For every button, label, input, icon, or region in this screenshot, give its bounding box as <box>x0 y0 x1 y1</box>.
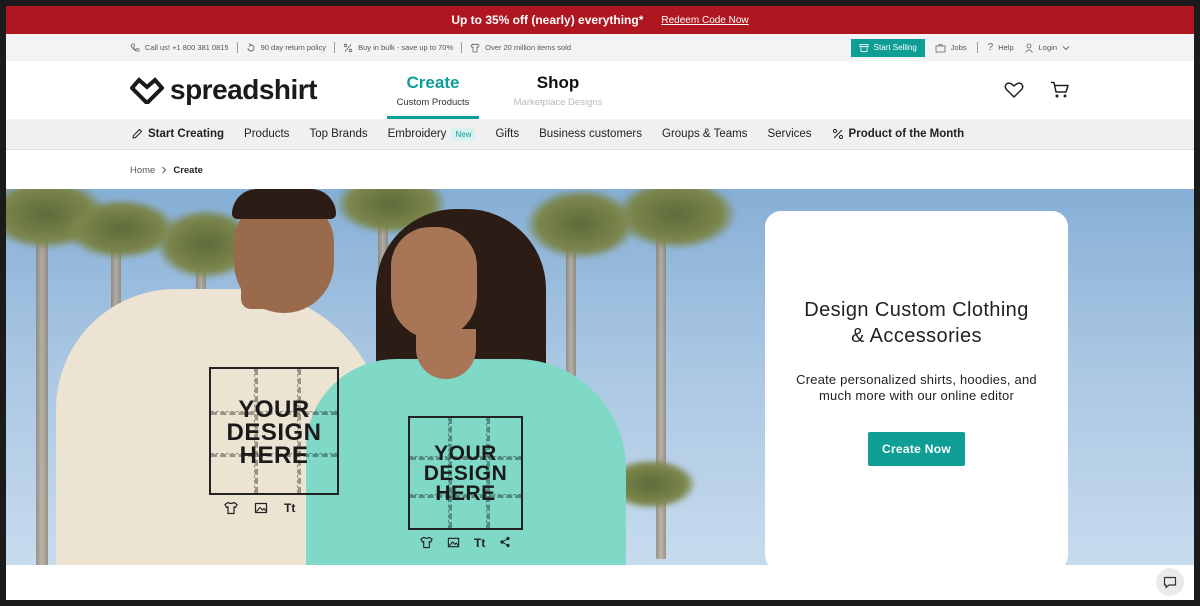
utility-item-label: Over 20 million items sold <box>485 43 571 52</box>
tab-title: Create <box>406 72 460 92</box>
category-nav: Start Creating Products Top Brands Embro… <box>6 119 1194 150</box>
breadcrumb-current: Create <box>173 164 203 176</box>
nav-start-creating[interactable]: Start Creating <box>131 128 224 140</box>
nav-services[interactable]: Services <box>767 128 811 140</box>
tab-subtitle: Marketplace Designs <box>513 96 603 108</box>
utility-item-bulk[interactable]: Buy in bulk - save up to 70% <box>343 43 453 53</box>
image-icon[interactable] <box>254 501 268 515</box>
pencil-icon <box>132 128 143 139</box>
return-icon <box>247 42 255 51</box>
divider <box>236 42 238 53</box>
nav-embroidery[interactable]: Embroidery New <box>387 127 476 141</box>
nav-gifts[interactable]: Gifts <box>495 128 519 140</box>
nav-label: Product of the Month <box>848 128 965 140</box>
jobs-link[interactable]: Jobs <box>935 43 967 53</box>
woman-face <box>391 227 477 339</box>
design-placeholder-text: YOUR DESIGN HERE <box>423 442 508 505</box>
nav-label: Gifts <box>495 128 520 140</box>
hero-title: Design Custom Clothing & Accessories <box>804 299 1029 348</box>
man-hair <box>232 189 336 219</box>
nav-label: Services <box>767 128 812 140</box>
utility-item-phone[interactable]: Call us! +1 800 381 0815 <box>130 43 229 53</box>
new-badge: New <box>451 127 476 141</box>
logo-text: spreadshirt <box>170 74 318 105</box>
utility-item-returns[interactable]: 90 day return policy <box>246 42 327 53</box>
cart-icon[interactable] <box>1050 81 1070 99</box>
logo[interactable]: spreadshirt <box>130 74 318 106</box>
tab-subtitle: Custom Products <box>396 96 470 108</box>
help-link[interactable]: ? Help <box>988 42 1014 53</box>
tab-title: Shop <box>536 72 580 92</box>
hero-subtitle: Create personalized shirts, hoodies, and… <box>796 371 1037 404</box>
utility-item-label: Call us! +1 800 381 0815 <box>145 43 229 52</box>
hero-card: Design Custom Clothing & Accessories Cre… <box>765 211 1068 565</box>
nav-top-brands[interactable]: Top Brands <box>309 128 367 140</box>
tshirt-icon[interactable] <box>224 501 238 515</box>
heart-icon[interactable] <box>1004 81 1024 99</box>
chat-icon <box>1163 576 1177 588</box>
nav-products[interactable]: Products <box>244 128 289 140</box>
breadcrumb: Home Create <box>6 150 1194 190</box>
design-area-woman: YOUR DESIGN HERE <box>408 416 523 530</box>
percent-icon <box>343 43 353 52</box>
spreadshirt-logo-icon <box>130 77 164 104</box>
jobs-label: Jobs <box>950 43 967 52</box>
design-placeholder-text: YOUR DESIGN HERE <box>226 396 322 469</box>
nav-label: Top Brands <box>309 128 368 140</box>
nav-label: Products <box>244 128 290 140</box>
divider <box>334 42 336 53</box>
divider <box>461 42 463 53</box>
user-icon <box>1024 43 1033 53</box>
question-icon: ? <box>987 42 994 53</box>
tab-create[interactable]: Create Custom Products <box>387 61 479 119</box>
image-icon[interactable] <box>447 536 460 549</box>
top-tabs: Create Custom Products Shop Marketplace … <box>387 61 613 119</box>
utility-item-sold[interactable]: Over 20 million items sold <box>470 43 571 53</box>
chevron-right-icon <box>162 166 167 174</box>
design-tools-man: Tt <box>224 501 295 515</box>
tshirt-icon[interactable] <box>420 536 433 549</box>
divider <box>976 42 978 53</box>
palm-tree <box>36 209 48 565</box>
create-now-button[interactable]: Create Now <box>867 432 966 467</box>
text-tool-icon[interactable]: Tt <box>284 501 295 515</box>
nav-label: Embroidery <box>387 128 447 140</box>
nav-product-of-month[interactable]: Product of the Month <box>832 128 965 140</box>
help-label: Help <box>998 43 1014 52</box>
utility-item-label: 90 day return policy <box>260 43 327 52</box>
nav-label: Start Creating <box>148 128 225 140</box>
nav-label: Business customers <box>539 128 642 140</box>
breadcrumb-home[interactable]: Home <box>130 165 155 176</box>
utility-bar: Call us! +1 800 381 0815 90 day return p… <box>6 34 1194 61</box>
utility-item-label: Buy in bulk - save up to 70% <box>358 43 454 52</box>
nav-groups-teams[interactable]: Groups & Teams <box>662 128 747 140</box>
main-header: spreadshirt Create Custom Products Shop … <box>6 61 1194 119</box>
phone-icon <box>130 43 140 52</box>
promo-text: Up to 35% off (nearly) everything* <box>451 13 644 27</box>
redeem-code-link[interactable]: Redeem Code Now <box>661 15 748 26</box>
chevron-down-icon <box>1062 45 1070 50</box>
chat-button[interactable] <box>1156 568 1184 596</box>
store-icon <box>859 43 869 52</box>
text-tool-icon[interactable]: Tt <box>474 536 485 550</box>
percent-icon <box>832 128 843 140</box>
promo-bar: Up to 35% off (nearly) everything* Redee… <box>6 6 1194 34</box>
hero-banner: YOUR DESIGN HERE Tt YOUR DESIGN HERE Tt … <box>6 189 1194 565</box>
login-label: Login <box>1038 43 1057 52</box>
nav-label: Groups & Teams <box>662 128 748 140</box>
start-selling-button[interactable]: Start Selling <box>850 38 925 57</box>
login-link[interactable]: Login <box>1024 43 1070 53</box>
tshirt-icon <box>470 43 480 52</box>
start-selling-label: Start Selling <box>873 43 917 52</box>
nav-business-customers[interactable]: Business customers <box>539 128 642 140</box>
share-icon[interactable] <box>499 536 511 548</box>
page-frame: Up to 35% off (nearly) everything* Redee… <box>6 6 1194 600</box>
palm-tree <box>616 189 736 249</box>
design-tools-woman: Tt <box>420 536 511 550</box>
design-area-man: YOUR DESIGN HERE <box>209 367 339 495</box>
tab-shop[interactable]: Shop Marketplace Designs <box>503 61 613 119</box>
briefcase-icon <box>935 43 946 52</box>
